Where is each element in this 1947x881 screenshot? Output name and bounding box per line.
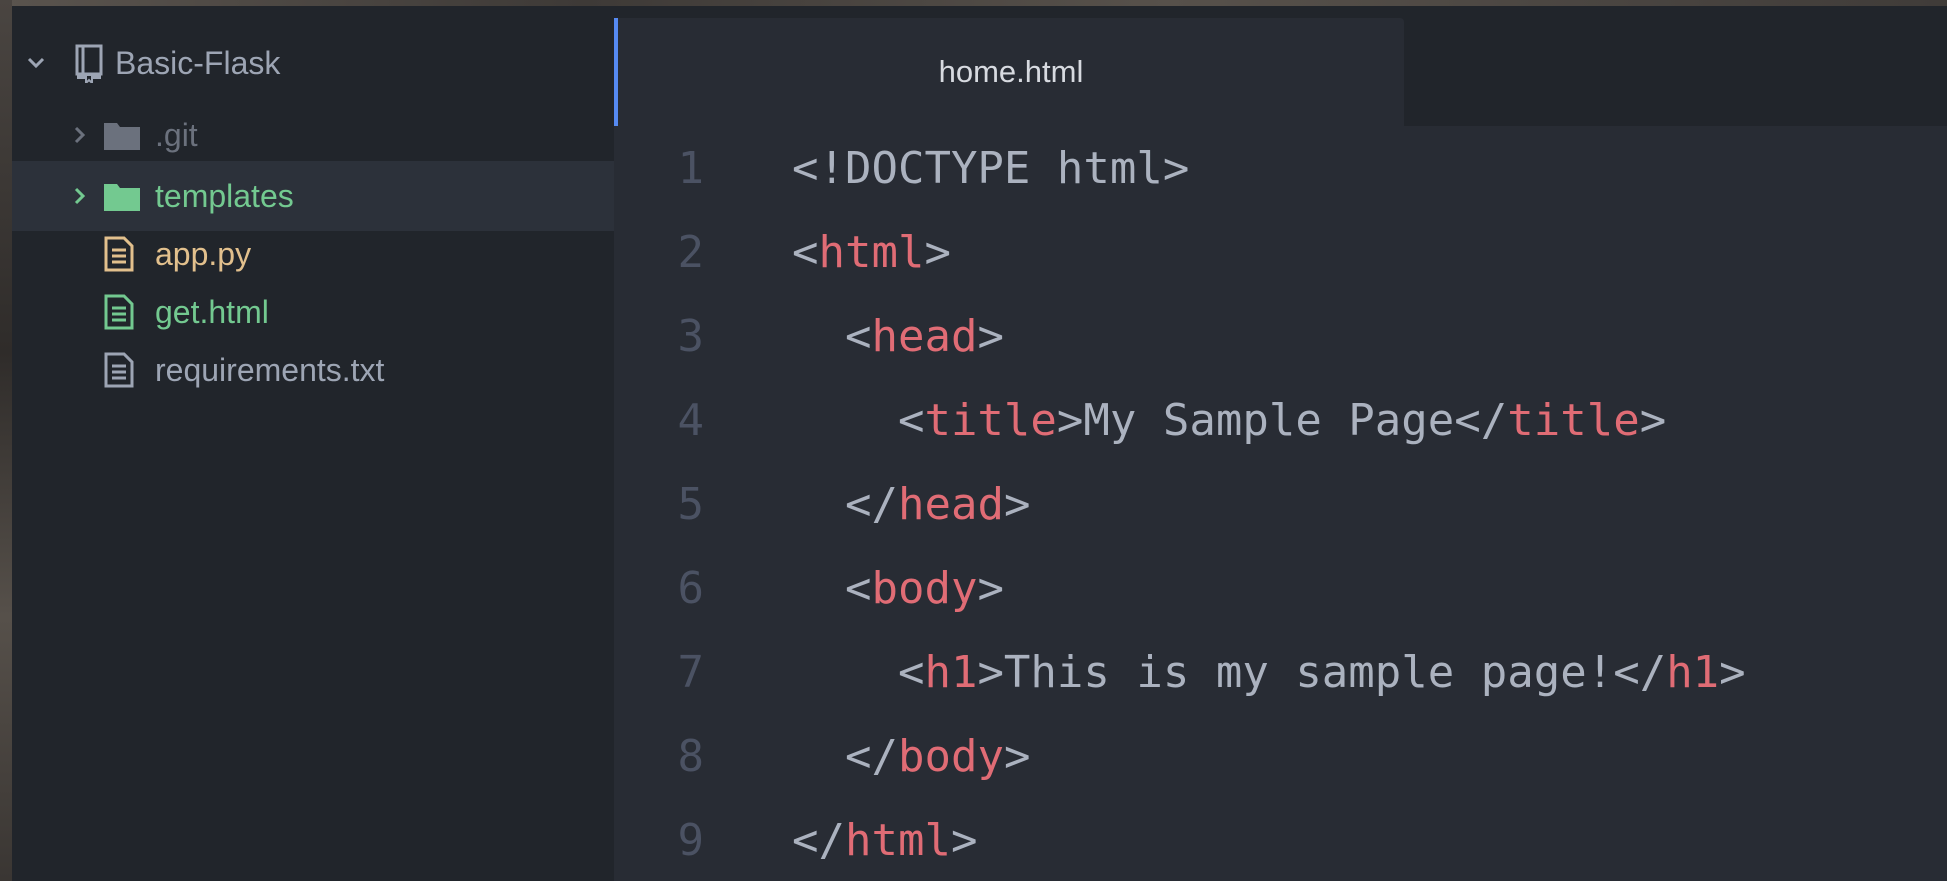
tree-project-root[interactable]: Basic-Flask [12, 28, 614, 98]
tree-item-label: requirements.txt [155, 351, 385, 388]
punctuation-token: </ [792, 730, 898, 782]
folder-icon [104, 120, 140, 150]
punctuation-token: < [792, 310, 872, 362]
punctuation-token: > [950, 814, 978, 866]
chevron-right-icon[interactable] [70, 186, 90, 206]
code-text: <body> [792, 563, 1004, 614]
line-number: 6 [677, 562, 705, 614]
code-line[interactable]: 4 <title>My Sample Page</title> [614, 378, 1947, 462]
punctuation-token: > [1003, 730, 1031, 782]
punctuation-token: </ [792, 814, 845, 866]
punctuation-token: < [792, 226, 819, 278]
tree-item-requirements-txt[interactable]: requirements.txt [12, 335, 614, 405]
code-line[interactable]: 9 </html> [614, 798, 1947, 881]
line-number: 3 [677, 310, 705, 362]
line-number: 1 [677, 142, 705, 194]
editor-window: Basic-Flask .git templates app.py get.ht… [0, 0, 1947, 881]
punctuation-token: > [1003, 478, 1031, 530]
line-number: 5 [677, 478, 705, 530]
file-text-icon [104, 236, 134, 272]
code-text: <html> [792, 227, 951, 278]
tag-name-token: html [844, 814, 951, 866]
tree-item-label: .git [155, 116, 198, 153]
punctuation-token: > [1639, 394, 1667, 446]
code-text: </body> [792, 731, 1030, 782]
code-text: <title>My Sample Page</title> [792, 395, 1666, 446]
code-text: <head> [792, 311, 1004, 362]
punctuation-token: < [792, 562, 872, 614]
repo-icon [74, 43, 106, 83]
punctuation-token: >My Sample Page</ [1056, 394, 1508, 446]
tab-home-html[interactable]: home.html [614, 18, 1404, 126]
punctuation-token: <!DOCTYPE html> [792, 142, 1190, 194]
tag-name-token: body [871, 562, 978, 614]
folder-icon [104, 181, 140, 211]
tag-name-token: body [897, 730, 1004, 782]
tree-item-label: app.py [155, 235, 252, 272]
code-text: </html> [792, 815, 977, 866]
tab-bar: home.html [614, 6, 1947, 126]
punctuation-token: > [977, 310, 1004, 362]
punctuation-token: > [924, 226, 951, 278]
line-number: 9 [677, 814, 705, 866]
punctuation-token: < [792, 394, 925, 446]
code-text: <h1>This is my sample page!</h1> [792, 647, 1746, 698]
project-name: Basic-Flask [115, 44, 281, 81]
tag-name-token: head [897, 478, 1004, 530]
tree-item-label: templates [155, 177, 294, 214]
punctuation-token: > [977, 562, 1004, 614]
code-text: <!DOCTYPE html> [792, 143, 1189, 194]
punctuation-token: >This is my sample page!</ [977, 646, 1667, 698]
code-text: </head> [792, 479, 1030, 530]
code-line[interactable]: 7 <h1>This is my sample page!</h1> [614, 630, 1947, 714]
line-number: 2 [677, 226, 705, 278]
tag-name-token: h1 [1666, 646, 1720, 698]
tree-item-label: get.html [155, 293, 269, 330]
editor-pane: home.html 1 <!DOCTYPE html> 2 <html> 3 <head… [614, 6, 1947, 881]
chevron-right-icon[interactable] [70, 125, 90, 145]
desktop-backdrop-left [0, 0, 12, 881]
code-line[interactable]: 1 <!DOCTYPE html> [614, 126, 1947, 210]
file-text-icon [104, 352, 134, 388]
code-line[interactable]: 3 <head> [614, 294, 1947, 378]
punctuation-token: </ [792, 478, 898, 530]
tag-name-token: head [871, 310, 978, 362]
punctuation-token: < [792, 646, 925, 698]
code-line[interactable]: 6 <body> [614, 546, 1947, 630]
chevron-down-icon[interactable] [26, 53, 46, 73]
punctuation-token: > [1719, 646, 1746, 698]
line-number: 4 [677, 394, 705, 446]
tag-name-token: title [1507, 394, 1640, 446]
line-number: 8 [677, 730, 705, 782]
line-number: 7 [677, 646, 705, 698]
tag-name-token: html [818, 226, 925, 278]
tree-item-git-folder[interactable]: .git [12, 100, 614, 170]
code-line[interactable]: 8 </body> [614, 714, 1947, 798]
file-text-icon [104, 294, 134, 330]
code-line[interactable]: 2 <html> [614, 210, 1947, 294]
tag-name-token: h1 [924, 646, 978, 698]
code-line[interactable]: 5 </head> [614, 462, 1947, 546]
tag-name-token: title [924, 394, 1057, 446]
tree-view: Basic-Flask .git templates app.py get.ht… [12, 6, 614, 881]
tab-title: home.html [938, 54, 1084, 89]
